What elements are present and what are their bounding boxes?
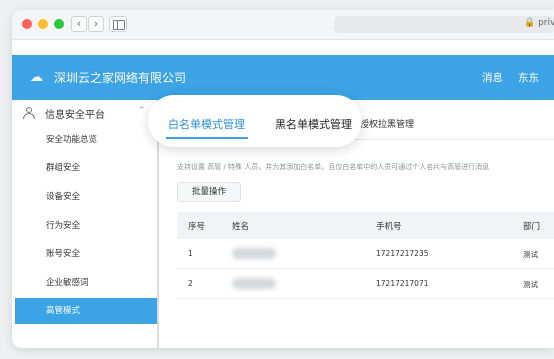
sidebar-item-group-security[interactable]: 群组安全	[12, 155, 159, 181]
sidebar-item-sensitive-words[interactable]: 企业敏感词	[12, 270, 159, 296]
sidebar-item-behavior-security[interactable]: 行为安全	[12, 213, 159, 239]
user-icon	[23, 107, 35, 119]
table-header: 序号 姓名 手机号 部门	[177, 212, 554, 239]
blurred-name	[232, 248, 276, 259]
cloud-logo-icon: ☁	[30, 70, 43, 85]
row-index: 2	[188, 279, 193, 288]
browser-toolbar: ‹ › 🔒 priva	[12, 10, 554, 40]
sidebar-item-account-security[interactable]: 账号安全	[12, 241, 159, 267]
messages-link[interactable]: 消息	[482, 70, 503, 85]
row-department: 测试	[523, 250, 538, 259]
row-department: 测试	[523, 280, 538, 289]
address-bar-text: 🔒 priva	[524, 18, 554, 28]
active-tab-underline	[166, 137, 248, 139]
forward-button[interactable]: ›	[88, 16, 104, 32]
column-header-department: 部门	[523, 222, 541, 232]
row-phone: 17217217071	[376, 279, 429, 288]
description-text: 支持设置 高管 / 特殊 人员，并为其添加白名单，且仅白名单中的人员可通过个人名…	[177, 163, 490, 171]
company-name: 深圳云之家网络有限公司	[54, 71, 187, 85]
minimize-window-button[interactable]	[38, 19, 48, 29]
sidebar-toggle-icon[interactable]	[109, 16, 127, 32]
user-name-link[interactable]: 东东	[518, 70, 539, 85]
row-index: 1	[188, 249, 193, 258]
batch-operation-button[interactable]: 批量操作	[177, 182, 241, 202]
table-row[interactable]: 2 17217217071 测试	[177, 269, 554, 299]
column-header-name: 姓名	[232, 222, 250, 232]
chevron-up-icon[interactable]: ⌃	[138, 106, 146, 116]
app-header: ☁ 深圳云之家网络有限公司 消息 东东	[12, 55, 554, 100]
tab-whitelist-mode[interactable]: 白名单模式管理	[168, 116, 245, 132]
column-header-phone: 手机号	[376, 222, 402, 232]
maximize-window-button[interactable]	[54, 19, 64, 29]
tab-authorization-blacklist[interactable]: 授权拉黑管理	[360, 117, 414, 130]
sidebar-group-header[interactable]: 信息安全平台 ⌃	[12, 100, 159, 124]
tab-blacklist-mode[interactable]: 黑名单模式管理	[275, 116, 352, 132]
close-window-button[interactable]	[22, 19, 32, 29]
sidebar-group-title: 信息安全平台	[45, 110, 105, 121]
browser-window: ‹ › 🔒 priva ☁ 深圳云之家网络有限公司 消息 东东 信息安全平台 ⌃…	[12, 10, 554, 348]
tab-highlight-popout: 白名单模式管理 黑名单模式管理	[148, 95, 362, 147]
row-phone: 17217217235	[376, 249, 429, 258]
sidebar-item-executive-mode[interactable]: 高管模式	[15, 298, 157, 324]
back-button[interactable]: ‹	[71, 16, 87, 32]
sidebar-item-security-overview[interactable]: 安全功能总览	[12, 127, 159, 153]
sidebar: 信息安全平台 ⌃ 安全功能总览 群组安全 设备安全 行为安全 账号安全 企业敏感…	[12, 100, 159, 348]
blurred-name	[232, 278, 276, 289]
table-row[interactable]: 1 17217217235 测试	[177, 239, 554, 269]
column-header-index: 序号	[188, 222, 206, 232]
address-bar[interactable]: 🔒 priva	[334, 16, 554, 33]
sidebar-item-device-security[interactable]: 设备安全	[12, 184, 159, 210]
